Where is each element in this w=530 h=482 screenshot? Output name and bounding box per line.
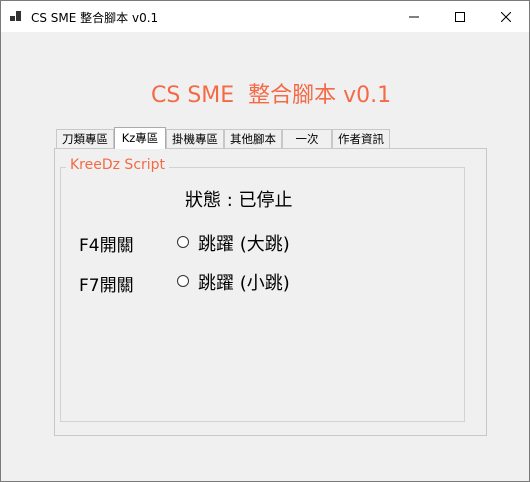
app-window: CS SME 整合腳本 v0.1 CS SME 整合腳本 v0.1 刀類專區 K…: [0, 0, 530, 482]
maximize-icon: [455, 11, 465, 22]
tab-once[interactable]: 一次: [282, 129, 332, 148]
small-jump-label[interactable]: 跳躍 (小跳): [198, 269, 290, 295]
tab-label: Kz專區: [121, 131, 159, 145]
tab-label: 其他腳本: [230, 132, 276, 146]
tab-label: 刀類專區: [62, 132, 108, 146]
maximize-button[interactable]: [437, 1, 483, 32]
f7-hotkey-label: F7開關: [79, 276, 134, 296]
radio-big-jump[interactable]: [177, 236, 189, 248]
app-heading: CS SME 整合腳本 v0.1: [151, 83, 392, 108]
app-icon: [10, 11, 22, 23]
tab-knife[interactable]: 刀類專區: [56, 129, 114, 148]
f4-hotkey-label: F4開關: [79, 236, 134, 256]
minimize-icon: [409, 16, 419, 17]
tab-label: 作者資訊: [338, 132, 384, 146]
tab-afk[interactable]: 掛機專區: [166, 129, 224, 148]
tab-other-scripts[interactable]: 其他腳本: [224, 129, 282, 148]
window-title: CS SME 整合腳本 v0.1: [31, 11, 159, 25]
tab-author-info[interactable]: 作者資訊: [332, 129, 390, 148]
close-icon: [501, 11, 511, 22]
radio-small-jump[interactable]: [177, 275, 189, 287]
status-label: 狀態 : 已停止: [185, 190, 293, 211]
tab-kz[interactable]: Kz專區: [114, 127, 166, 149]
title-bar[interactable]: CS SME 整合腳本 v0.1: [1, 1, 529, 32]
tab-label: 一次: [295, 132, 319, 146]
group-title: KreeDz Script: [66, 156, 170, 174]
tab-label: 掛機專區: [172, 132, 218, 146]
minimize-button[interactable]: [391, 1, 437, 32]
close-button[interactable]: [483, 1, 529, 32]
big-jump-label[interactable]: 跳躍 (大跳): [198, 230, 290, 256]
